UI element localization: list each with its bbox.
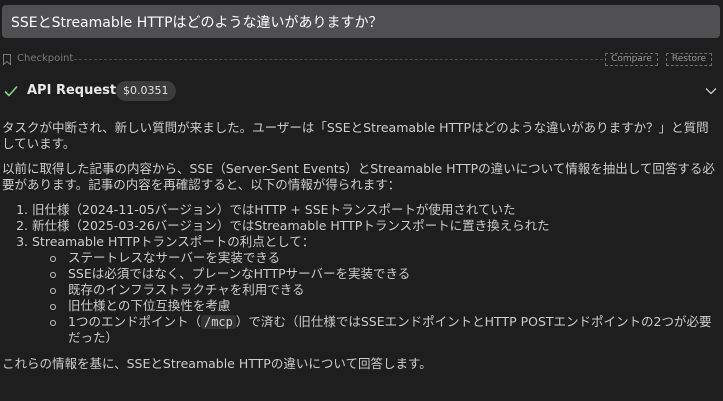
list-item: 旧仕様（2024-11-05バージョン）ではHTTP + SSEトランスポートが…: [32, 202, 718, 218]
endpoint-code: /mcp: [200, 315, 236, 329]
sublist-item: 旧仕様との下位互換性を考慮: [50, 298, 718, 314]
bookmark-icon: [3, 54, 11, 65]
info-list: 旧仕様（2024-11-05バージョン）ではHTTP + SSEトランスポートが…: [2, 202, 718, 346]
response-paragraph-3: これらの情報を基に、SSEとStreamable HTTPの違いについて回答しま…: [2, 356, 432, 371]
restore-button[interactable]: Restore: [666, 53, 712, 66]
sublist-item: 1つのエンドポイント（/mcp ）で済む（旧仕様ではSSEエンドポイントとHTTP…: [50, 314, 718, 346]
advantages-sublist: ステートレスなサーバーを実装できる SSEは必須ではなく、プレーンなHTTPサー…: [32, 250, 718, 346]
sublist-item: 既存のインフラストラクチャを利用できる: [50, 282, 718, 298]
chevron-down-icon[interactable]: [705, 87, 717, 95]
response-content: タスクが中断され、新しい質問が来ました。ユーザーは「SSEとStreamable…: [2, 120, 718, 372]
sublist-item: SSEは必須ではなく、プレーンなHTTPサーバーを実装できる: [50, 266, 718, 282]
user-message: SSEとStreamable HTTPはどのような違いがありますか？: [2, 5, 720, 38]
api-request-title: API Request: [27, 83, 117, 98]
checkpoint-label: Checkpoint: [17, 53, 74, 64]
response-paragraph-2: 以前に取得した記事の内容から、SSE（Server-Sent Events）とS…: [2, 161, 715, 192]
list-item: Streamable HTTPトランスポートの利点として： ステートレスなサーバ…: [32, 234, 718, 346]
checkpoint-row: Checkpoint Compare Restore: [0, 50, 723, 68]
list-item: 新仕様（2025-03-26バージョン）ではStreamable HTTPトラン…: [32, 218, 718, 234]
sublist-item-text-before: 1つのエンドポイント（: [68, 314, 201, 329]
cost-badge: $0.0351: [116, 81, 176, 101]
checkpoint-divider: [74, 59, 603, 60]
list-item-text: Streamable HTTPトランスポートの利点として：: [32, 234, 315, 249]
user-message-text: SSEとStreamable HTTPはどのような違いがありますか？: [11, 14, 383, 31]
response-paragraph-1: タスクが中断され、新しい質問が来ました。ユーザーは「SSEとStreamable…: [2, 120, 709, 151]
api-request-header[interactable]: API Request $0.0351: [0, 80, 723, 102]
compare-button[interactable]: Compare: [605, 53, 658, 66]
check-icon: [4, 85, 18, 97]
sublist-item: ステートレスなサーバーを実装できる: [50, 250, 718, 266]
